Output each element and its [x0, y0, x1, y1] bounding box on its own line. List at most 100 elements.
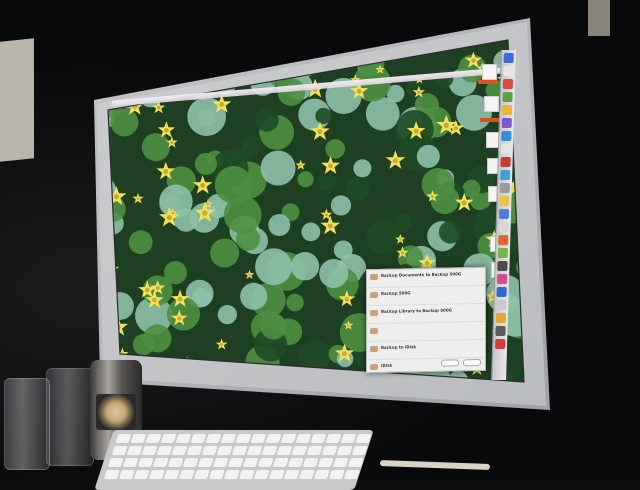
keyboard-key: [298, 470, 315, 479]
succulent-leaf: [286, 293, 304, 312]
succulent-leaf: [315, 107, 332, 124]
keyboard-key: [310, 434, 327, 443]
dialog-button-right[interactable]: [463, 358, 481, 367]
keyboard-key: [186, 446, 203, 455]
keyboard: [94, 430, 374, 490]
keyboard-key: [276, 446, 293, 455]
dialog-row-title: Backup to iDisk: [381, 344, 417, 350]
dialog-row-title: iDisk: [381, 362, 393, 368]
dock-app-icon[interactable]: [497, 248, 509, 258]
keyboard-key: [235, 434, 252, 443]
dock-app-icon[interactable]: [496, 274, 508, 284]
succulent-leaf: [108, 306, 115, 324]
keyboard-key: [122, 458, 139, 467]
flower-center: [443, 122, 449, 128]
succulent-leaf: [438, 220, 462, 244]
succulent-leaf: [255, 108, 279, 132]
keyboard-key: [103, 470, 120, 479]
keyboard-key: [175, 434, 192, 443]
dialog-row[interactable]: Backup Documents to Backup 500G: [367, 267, 485, 289]
dock-app-icon[interactable]: [498, 222, 509, 232]
dock-app-icon[interactable]: [499, 183, 510, 193]
succulent-leaf: [333, 240, 353, 260]
keyboard-key: [291, 446, 308, 455]
succulent-leaf: [159, 184, 193, 218]
flower-center: [400, 251, 405, 255]
flower-center: [424, 260, 430, 266]
beer-can-label: [96, 394, 136, 430]
succulent-leaf: [325, 139, 346, 159]
dock-app-icon[interactable]: [494, 339, 506, 349]
keyboard-key: [280, 434, 297, 443]
flower-center: [156, 105, 161, 110]
succulent-leaf: [163, 261, 187, 285]
dock-app-icon[interactable]: [502, 79, 514, 89]
dock-app-icon[interactable]: [503, 66, 514, 76]
dock-app-icon[interactable]: [502, 105, 513, 115]
dock-app-icon[interactable]: [500, 170, 511, 180]
succulent-leaf: [217, 304, 237, 325]
keyboard-key: [227, 458, 244, 467]
succulent-leaf: [159, 371, 187, 382]
flower-center: [164, 127, 169, 133]
dock-app-icon[interactable]: [497, 261, 508, 271]
keyboard-key: [182, 458, 199, 467]
keyboard-key: [141, 446, 158, 455]
dialog-row[interactable]: Backup 500G: [367, 285, 485, 307]
flower-center: [248, 273, 251, 277]
desktop-icon[interactable]: [484, 96, 499, 112]
dock-app-icon[interactable]: [498, 235, 509, 245]
succulent-leaf: [141, 133, 170, 162]
dock-app-icon[interactable]: [501, 131, 512, 141]
dock-app-icon[interactable]: [500, 144, 512, 154]
succulent-leaf: [240, 282, 268, 310]
keyboard-key: [268, 470, 285, 479]
dialog-button-left[interactable]: [441, 359, 459, 367]
yellow-flower: [273, 40, 290, 56]
dock-app-icon[interactable]: [503, 53, 514, 63]
dock-app-icon[interactable]: [496, 300, 507, 310]
flower-center: [170, 140, 174, 145]
dialog-row[interactable]: Backup to iDisk: [367, 339, 485, 361]
backup-icon: [370, 345, 378, 353]
backup-icon: [370, 309, 378, 317]
keyboard-key: [118, 470, 135, 479]
dock-app-icon[interactable]: [501, 118, 512, 128]
keyboard-key: [238, 470, 255, 479]
yellow-flower: [127, 68, 148, 88]
flower-center: [327, 223, 333, 229]
desktop-icon[interactable]: [482, 64, 497, 80]
yellow-flower: [348, 45, 365, 62]
keyboard-key: [328, 470, 345, 479]
succulent-leaf: [108, 245, 110, 264]
keyboard-key: [133, 470, 150, 479]
flower-center: [471, 58, 476, 63]
dock-app-icon[interactable]: [499, 196, 510, 206]
drinking-glass: [46, 368, 94, 466]
dock-app-icon[interactable]: [495, 313, 507, 323]
succulent-leaf: [223, 195, 262, 234]
keyboard-key: [223, 470, 240, 479]
drinking-glass: [4, 378, 50, 470]
dialog-buttons: [441, 358, 481, 367]
keyboard-key: [321, 446, 338, 455]
succulent-leaf: [108, 292, 134, 320]
keyboard-key: [306, 446, 323, 455]
flower-center: [354, 52, 359, 57]
dock-app-icon[interactable]: [496, 287, 507, 297]
succulent-leaf: [153, 371, 172, 382]
dock-app-icon[interactable]: [498, 209, 510, 219]
dialog-row[interactable]: [367, 321, 485, 343]
succulent-leaf: [298, 44, 318, 64]
dialog-row[interactable]: Backup Library to Backup 500G: [367, 303, 485, 325]
keyboard-key: [156, 446, 173, 455]
flower-center: [342, 351, 348, 357]
succulent-leaf: [128, 230, 153, 255]
dock-app-icon[interactable]: [502, 92, 513, 102]
backup-icon: [370, 273, 378, 281]
dock-app-icon[interactable]: [495, 326, 506, 336]
backup-icon: [370, 363, 378, 371]
succulent-leaf: [255, 248, 293, 286]
dock-app-icon[interactable]: [500, 157, 511, 167]
flower-center: [220, 343, 224, 347]
